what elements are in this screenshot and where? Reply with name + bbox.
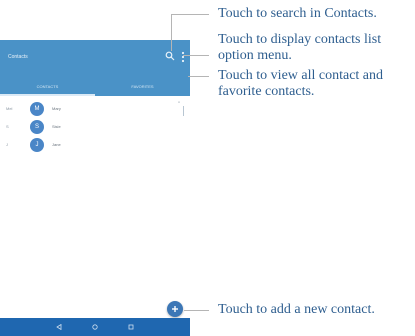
list-item[interactable]: J J Jane: [0, 136, 190, 154]
app-title: Contacts: [8, 54, 28, 60]
callout-line-menu: [183, 55, 209, 56]
back-icon[interactable]: [56, 324, 62, 330]
contact-name: Sisie: [52, 124, 61, 129]
list-item[interactable]: S S Sisie: [0, 118, 190, 136]
avatar: M: [30, 102, 44, 116]
tab-favorites[interactable]: FAVORITES: [95, 78, 190, 96]
list-item[interactable]: Mel M Mary: [0, 100, 190, 118]
tab-bar: CONTACTS FAVORITES: [0, 78, 190, 96]
section-letter: Mel: [6, 106, 13, 111]
avatar: S: [30, 120, 44, 134]
callout-menu-line2: option menu.: [218, 48, 292, 63]
search-icon[interactable]: [165, 51, 175, 61]
app-bar: Contacts: [0, 40, 190, 78]
recents-icon[interactable]: [128, 324, 134, 330]
contacts-list: A Mel M Mary S S Sisie J J Jane: [0, 96, 190, 318]
callout-search: Touch to search in Contacts.: [218, 6, 377, 21]
avatar: J: [30, 138, 44, 152]
callout-tabs-line2: favorite contacts.: [218, 84, 315, 99]
callout-line-add: [184, 310, 209, 311]
callout-menu-line1: Touch to display contacts list: [218, 32, 382, 47]
callout-line-tabs: [188, 76, 209, 77]
add-contact-icon: [172, 306, 178, 312]
navigation-bar: [0, 318, 190, 336]
more-vert-icon[interactable]: [180, 50, 186, 64]
contact-name: Mary: [52, 106, 61, 111]
add-contact-button[interactable]: [167, 301, 183, 317]
callout-add: Touch to add a new contact.: [218, 302, 375, 317]
callout-tabs-line1: Touch to view all contact and: [218, 68, 384, 83]
home-icon[interactable]: [92, 324, 98, 330]
section-letter: J: [6, 142, 8, 147]
section-letter: S: [6, 124, 9, 129]
contact-name: Jane: [52, 142, 61, 147]
callout-line-search: [171, 14, 172, 51]
phone-screen: Contacts CONTACTS FAVORITES A Mel M Mary…: [0, 40, 190, 336]
callout-line-search: [171, 14, 209, 15]
